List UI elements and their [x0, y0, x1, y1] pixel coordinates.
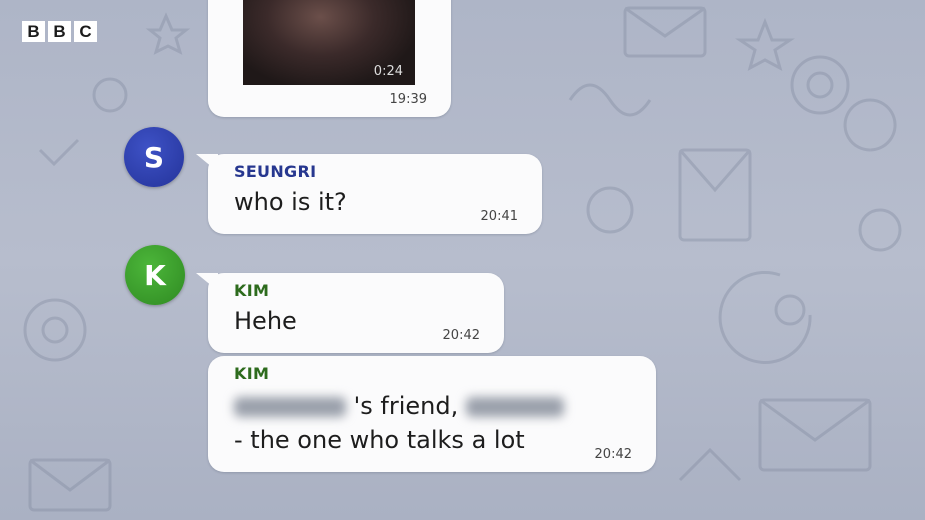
logo-letter: B [22, 21, 45, 42]
sender-name: KIM [234, 364, 270, 383]
video-duration: 0:24 [373, 64, 403, 79]
bbc-logo: B B C [22, 21, 97, 42]
message-bubble[interactable]: KIM Hehe 20:42 [196, 273, 504, 353]
message-timestamp: 19:39 [389, 92, 427, 107]
message-timestamp: 20:42 [594, 447, 632, 462]
avatar[interactable]: K [125, 245, 185, 305]
video-message-bubble[interactable]: 0:24 19:39 [208, 0, 451, 117]
message-bubble[interactable]: SEUNGRI who is it? 20:41 [196, 154, 542, 234]
message-text: who is it? [234, 188, 347, 216]
redacted-name [234, 397, 346, 417]
logo-letter: B [48, 21, 71, 42]
message-text-line: - the one who talks a lot [234, 426, 525, 454]
redacted-name [465, 397, 564, 417]
avatar[interactable]: S [124, 127, 184, 187]
message-text-fragment: 's friend, [353, 392, 459, 420]
message-text: 's friend, [234, 392, 564, 420]
message-timestamp: 20:41 [480, 209, 518, 224]
logo-letter: C [74, 21, 97, 42]
message-bubble[interactable]: KIM 's friend, - the one who talks a lot… [208, 356, 656, 472]
video-thumbnail[interactable]: 0:24 [243, 0, 415, 85]
sender-name: KIM [234, 281, 270, 300]
message-timestamp: 20:42 [442, 328, 480, 343]
sender-name: SEUNGRI [234, 162, 317, 181]
message-text: Hehe [234, 307, 297, 335]
